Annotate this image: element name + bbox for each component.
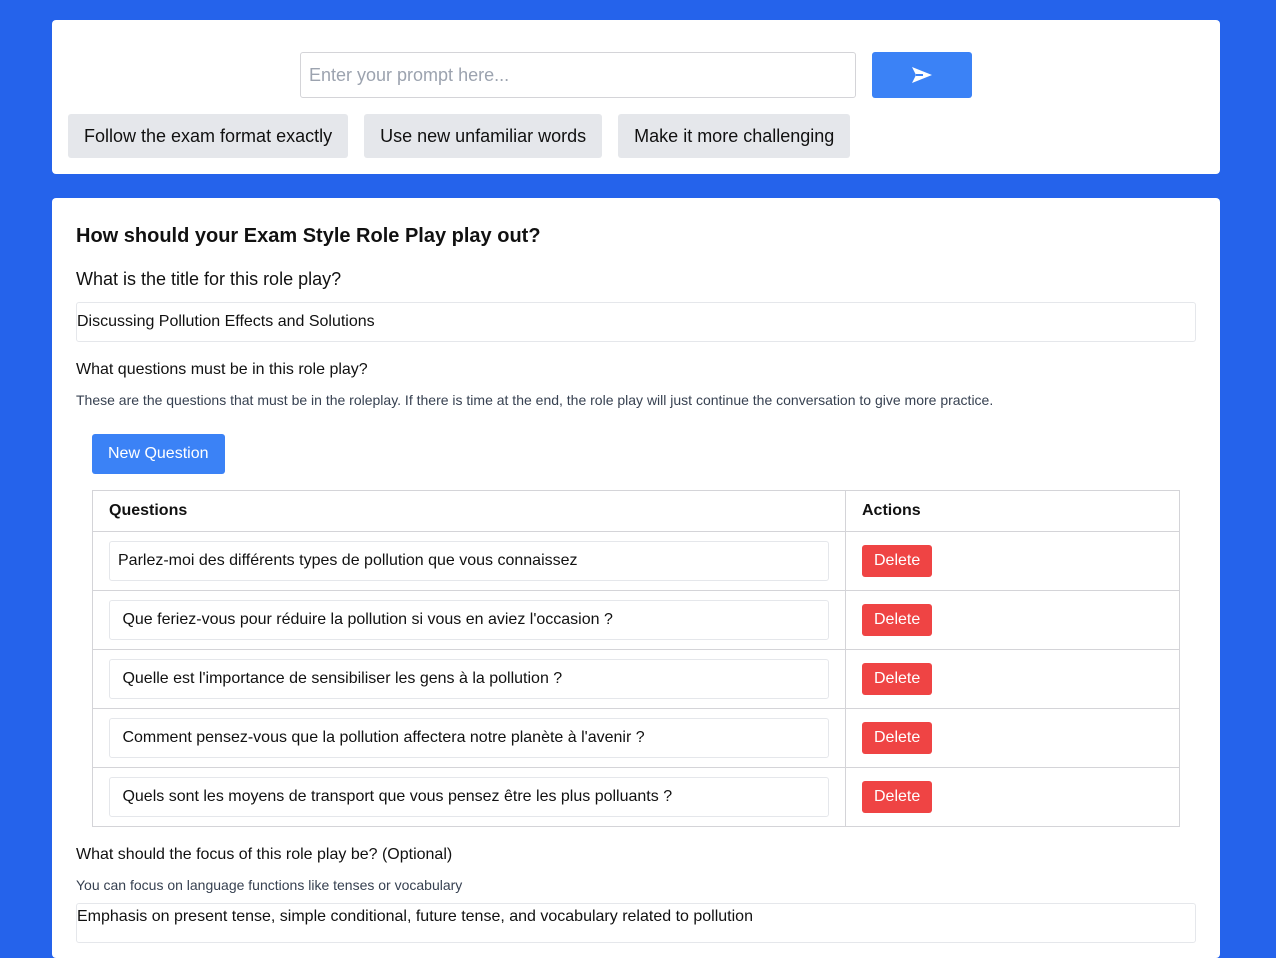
suggestion-chip-unfamiliar-words[interactable]: Use new unfamiliar words: [364, 114, 603, 158]
delete-button[interactable]: Delete: [862, 781, 933, 813]
table-row: Quelle est l'importance de sensibiliser …: [92, 649, 1180, 709]
column-header-questions: Questions: [92, 490, 846, 532]
title-label: What is the title for this role play?: [76, 269, 342, 289]
focus-label: What should the focus of this role play …: [76, 846, 453, 863]
form-heading: How should your Exam Style Role Play pla…: [76, 225, 541, 247]
question-input[interactable]: Comment pensez-vous que la pollution aff…: [109, 718, 829, 758]
send-button[interactable]: [872, 52, 972, 98]
table-row: Quels sont les moyens de transport que v…: [92, 767, 1180, 827]
table-header-row: Questions Actions: [92, 490, 1180, 532]
questions-table: Questions Actions Parlez-moi des différe…: [92, 490, 1180, 827]
question-input[interactable]: Quels sont les moyens de transport que v…: [109, 777, 829, 817]
table-row: Parlez-moi des différents types de pollu…: [92, 531, 1180, 591]
suggestion-chips: Follow the exam format exactly Use new u…: [68, 114, 851, 158]
focus-field[interactable]: Emphasis on present tense, simple condit…: [76, 903, 1196, 943]
new-question-button[interactable]: New Question: [92, 434, 225, 474]
focus-hint: You can focus on language functions like…: [76, 877, 463, 893]
questions-label: What questions must be in this role play…: [76, 361, 368, 378]
question-input[interactable]: Parlez-moi des différents types de pollu…: [109, 541, 829, 581]
delete-button[interactable]: Delete: [862, 663, 933, 695]
question-input[interactable]: Que feriez-vous pour réduire la pollutio…: [109, 600, 829, 640]
question-input[interactable]: Quelle est l'importance de sensibiliser …: [109, 659, 829, 699]
questions-hint: These are the questions that must be in …: [76, 392, 994, 408]
column-header-actions: Actions: [845, 490, 1180, 532]
table-row: Comment pensez-vous que la pollution aff…: [92, 708, 1180, 768]
prompt-input[interactable]: [300, 52, 856, 98]
prompt-card: Follow the exam format exactly Use new u…: [52, 20, 1220, 174]
delete-button[interactable]: Delete: [862, 722, 933, 754]
send-icon: [912, 67, 932, 83]
table-row: Que feriez-vous pour réduire la pollutio…: [92, 590, 1180, 650]
suggestion-chip-more-challenging[interactable]: Make it more challenging: [618, 114, 851, 158]
role-play-form: How should your Exam Style Role Play pla…: [52, 198, 1220, 958]
suggestion-chip-exam-format[interactable]: Follow the exam format exactly: [68, 114, 349, 158]
delete-button[interactable]: Delete: [862, 604, 933, 636]
title-field[interactable]: Discussing Pollution Effects and Solutio…: [76, 302, 1196, 342]
delete-button[interactable]: Delete: [862, 545, 933, 577]
